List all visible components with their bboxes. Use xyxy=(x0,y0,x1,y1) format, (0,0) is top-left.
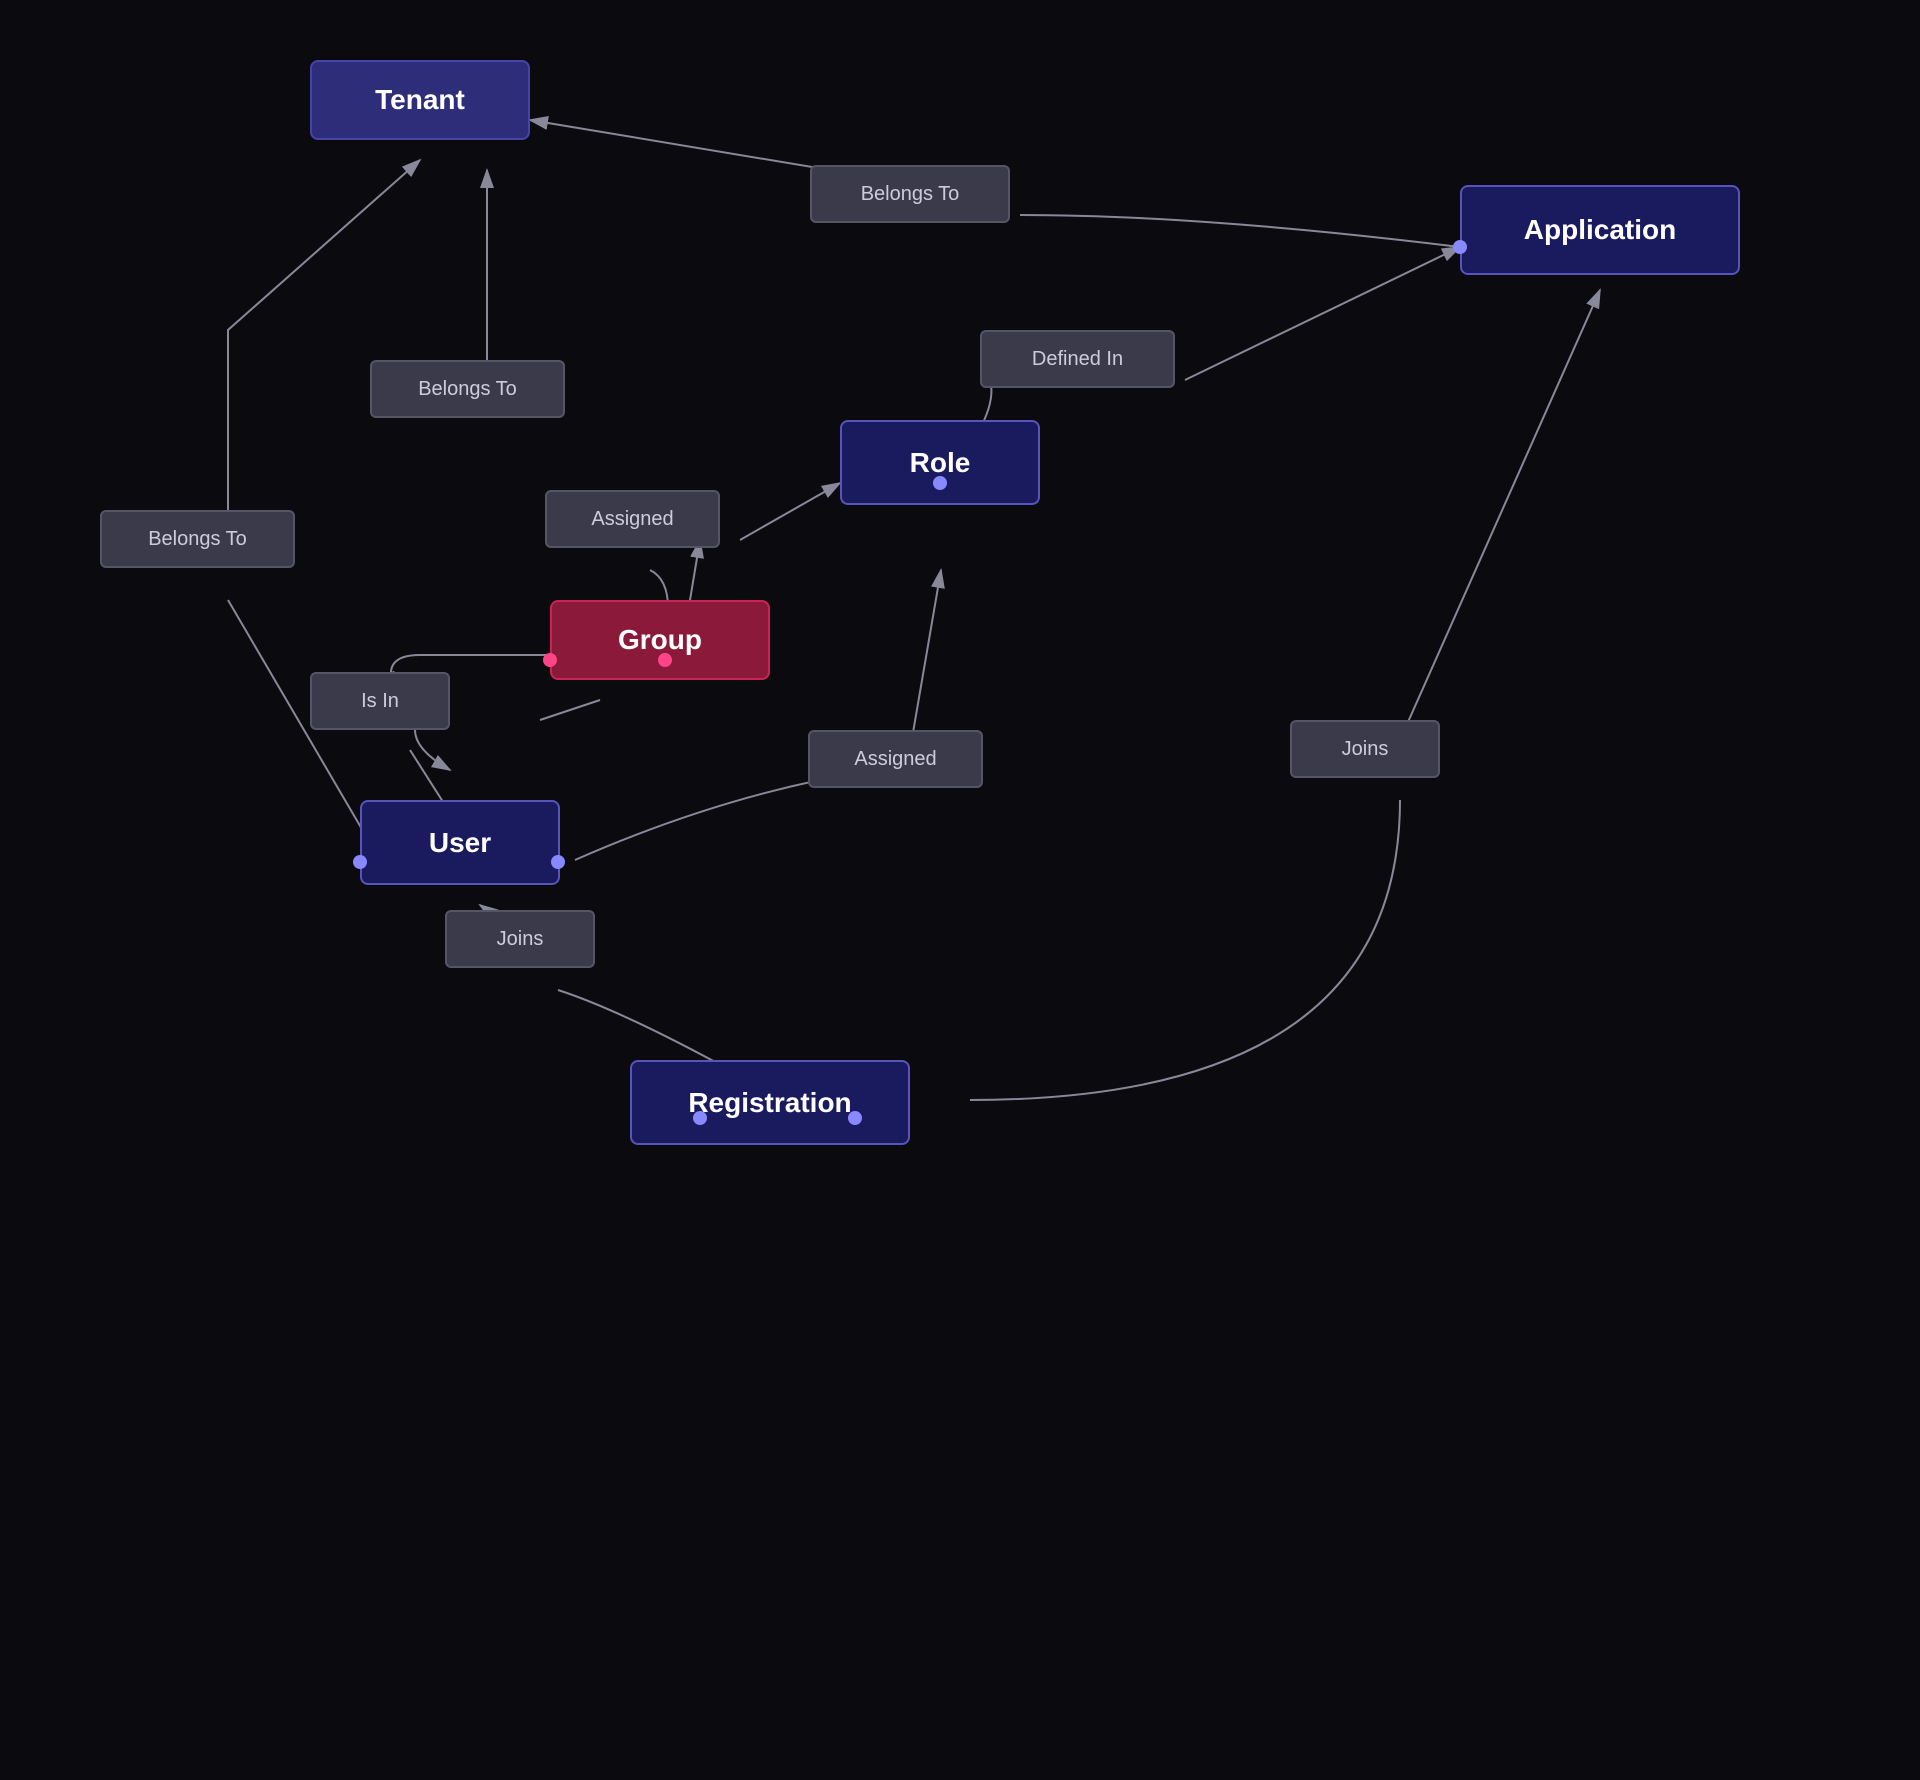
application-label: Application xyxy=(1524,214,1676,246)
defined-in-text: Defined In xyxy=(1032,348,1123,371)
group-node[interactable]: Group xyxy=(550,600,770,680)
is-in-text: Is In xyxy=(361,690,399,713)
user-label: User xyxy=(429,827,491,859)
role-label: Role xyxy=(910,447,971,479)
group-label: Group xyxy=(618,624,702,656)
dot-registration-left xyxy=(693,1111,707,1125)
joins-2-text: Joins xyxy=(1342,738,1389,761)
registration-node[interactable]: Registration xyxy=(630,1060,910,1145)
dot-user-right xyxy=(551,855,565,869)
application-node[interactable]: Application xyxy=(1460,185,1740,275)
diagram-container: Tenant Application Role Group User Regis… xyxy=(0,0,1920,1780)
joins-1-text: Joins xyxy=(497,928,544,951)
tenant-label: Tenant xyxy=(375,84,465,116)
assigned-2-text: Assigned xyxy=(854,748,936,771)
belongs-to-1-text: Belongs To xyxy=(861,183,960,206)
dot-application xyxy=(1453,240,1467,254)
registration-label: Registration xyxy=(688,1087,851,1119)
dot-user-left xyxy=(353,855,367,869)
belongs-to-1-label: Belongs To xyxy=(810,165,1010,223)
assigned-1-label: Assigned xyxy=(545,490,720,548)
joins-2-label: Joins xyxy=(1290,720,1440,778)
is-in-label: Is In xyxy=(310,672,450,730)
user-node[interactable]: User xyxy=(360,800,560,885)
dot-role xyxy=(933,476,947,490)
assigned-2-label: Assigned xyxy=(808,730,983,788)
belongs-to-2-label: Belongs To xyxy=(370,360,565,418)
belongs-to-3-label: Belongs To xyxy=(100,510,295,568)
role-node[interactable]: Role xyxy=(840,420,1040,505)
defined-in-label: Defined In xyxy=(980,330,1175,388)
tenant-node[interactable]: Tenant xyxy=(310,60,530,140)
belongs-to-3-text: Belongs To xyxy=(148,528,247,551)
belongs-to-2-text: Belongs To xyxy=(418,378,517,401)
dot-group-2 xyxy=(543,653,557,667)
dot-registration-right xyxy=(848,1111,862,1125)
joins-1-label: Joins xyxy=(445,910,595,968)
assigned-1-text: Assigned xyxy=(591,508,673,531)
dot-group-1 xyxy=(658,653,672,667)
